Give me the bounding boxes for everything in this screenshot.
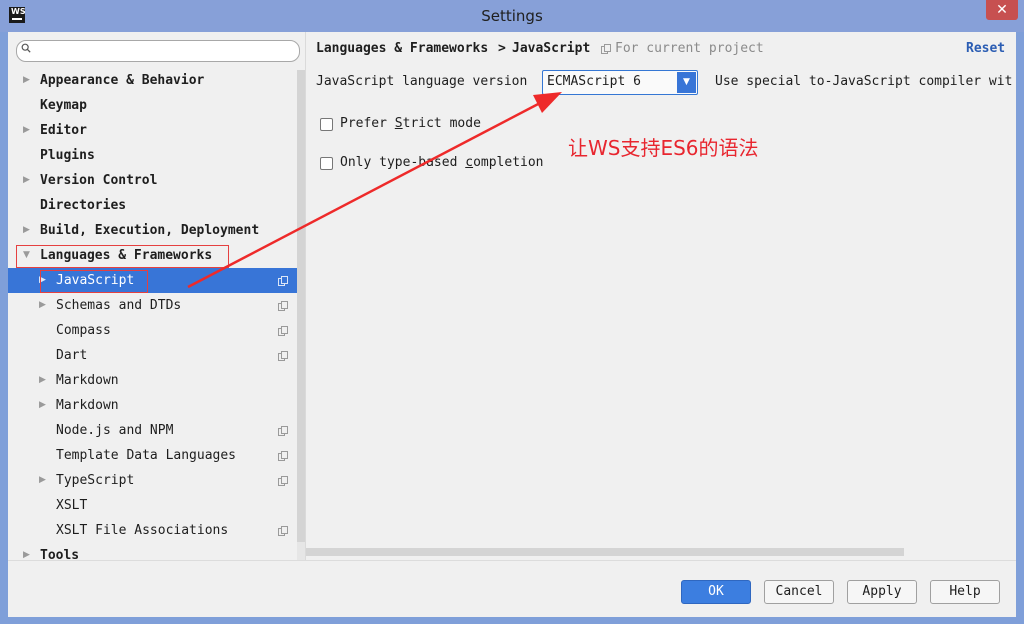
strict-label-mnemonic: S <box>394 116 403 131</box>
sidebar-item-label: Version Control <box>40 173 158 188</box>
sidebar-item-label: Editor <box>40 123 87 138</box>
reset-link[interactable]: Reset <box>966 41 1005 56</box>
sidebar-item-label: TypeScript <box>56 473 135 488</box>
expand-arrow-icon[interactable]: ▶ <box>39 368 49 393</box>
strict-label-post: trict mode <box>402 116 481 131</box>
ok-button[interactable]: OK <box>681 580 751 604</box>
sidebar-item[interactable]: Dart <box>8 343 305 368</box>
expand-arrow-icon[interactable]: ▶ <box>23 543 33 560</box>
completion-label-post: ompletion <box>473 155 544 170</box>
close-icon: ✕ <box>996 2 1008 18</box>
dialog-body: ▶ Appearance & Behavior Keymap ▶ Editor Plugi… <box>8 32 1016 617</box>
settings-window: WS Settings ✕ ▶ Appearance & Behavior Keym… <box>0 0 1024 624</box>
breadcrumb-parent: Languages & Frameworks <box>316 41 489 56</box>
sidebar-item-label: Markdown <box>56 398 119 413</box>
sidebar-item[interactable]: Directories <box>8 193 305 218</box>
compiler-option-label: Use special to-JavaScript compiler wit <box>715 74 1013 89</box>
sidebar-item[interactable]: ▶ JavaScript <box>8 268 305 293</box>
sidebar-item[interactable]: XSLT <box>8 493 305 518</box>
help-button[interactable]: Help <box>930 580 1000 604</box>
sidebar-item[interactable]: ▶ Tools <box>8 543 305 560</box>
sidebar-scrollbar-thumb[interactable] <box>297 70 305 542</box>
breadcrumb-separator: > <box>498 41 506 56</box>
sidebar-item-label: Compass <box>56 323 111 338</box>
js-language-version-label: JavaScript language version <box>316 74 528 89</box>
sidebar-item-label: Build, Execution, Deployment <box>40 223 260 238</box>
completion-label-mnemonic: c <box>465 155 474 170</box>
sidebar-item-label: XSLT File Associations <box>56 523 229 538</box>
type-based-completion-checkbox[interactable] <box>320 157 333 170</box>
selected-language-version: ECMAScript 6 <box>547 74 641 89</box>
settings-content: Languages & Frameworks > JavaScript For … <box>306 32 1016 560</box>
close-button[interactable]: ✕ <box>986 0 1018 20</box>
expand-arrow-icon[interactable]: ▶ <box>39 268 49 293</box>
sidebar-item[interactable]: ▶ Markdown <box>8 393 305 418</box>
sidebar-item-label: Node.js and NPM <box>56 423 174 438</box>
sidebar-item-label: Tools <box>40 548 80 560</box>
sidebar-item[interactable]: ▶ TypeScript <box>8 468 305 493</box>
project-scope-icon <box>278 426 288 436</box>
sidebar-item-label: Dart <box>56 348 88 363</box>
project-scope-icon <box>601 44 611 54</box>
sidebar-item[interactable]: XSLT File Associations <box>8 518 305 543</box>
dialog-footer: OK Cancel Apply Help <box>8 560 1016 617</box>
prefer-strict-mode-checkbox[interactable] <box>320 118 333 131</box>
sidebar-item[interactable]: Compass <box>8 318 305 343</box>
sidebar-item-label: Plugins <box>40 148 95 163</box>
sidebar-item-label: Directories <box>40 198 127 213</box>
sidebar-item-label: Appearance & Behavior <box>40 73 205 88</box>
sidebar-item[interactable]: ▶ Markdown <box>8 368 305 393</box>
window-title: Settings <box>481 7 543 25</box>
sidebar-item[interactable]: Node.js and NPM <box>8 418 305 443</box>
project-scope-icon <box>278 351 288 361</box>
expand-arrow-icon[interactable]: ▶ <box>39 468 49 493</box>
sidebar-item[interactable]: ▼ Languages & Frameworks <box>8 243 305 268</box>
expanded-arrow-icon[interactable]: ▼ <box>23 243 33 268</box>
sidebar-item[interactable]: ▶ Appearance & Behavior <box>8 68 305 93</box>
sidebar-item-label: XSLT <box>56 498 88 513</box>
sidebar-item[interactable]: Template Data Languages <box>8 443 305 468</box>
project-scope-icon <box>278 326 288 336</box>
sidebar-scrollbar[interactable] <box>297 70 305 560</box>
sidebar-item[interactable]: ▶ Schemas and DTDs <box>8 293 305 318</box>
sidebar-item-label: JavaScript <box>56 273 135 288</box>
prefer-strict-mode-label[interactable]: Prefer Strict mode <box>340 116 481 131</box>
expand-arrow-icon[interactable]: ▶ <box>23 68 33 93</box>
sidebar-item-label: Markdown <box>56 373 119 388</box>
sidebar-item-label: Keymap <box>40 98 87 113</box>
settings-sidebar: ▶ Appearance & Behavior Keymap ▶ Editor Plugi… <box>8 32 313 560</box>
breadcrumb-current: JavaScript <box>512 41 591 56</box>
expand-arrow-icon[interactable]: ▶ <box>39 293 49 318</box>
sidebar-item-label: Schemas and DTDs <box>56 298 182 313</box>
title-bar[interactable]: WS Settings ✕ <box>0 0 1024 32</box>
strict-label-pre: Prefer <box>340 116 395 131</box>
type-based-completion-label[interactable]: Only type-based completion <box>340 155 544 170</box>
project-scope-icon <box>278 526 288 536</box>
project-scope-icon <box>278 476 288 486</box>
expand-arrow-icon[interactable]: ▶ <box>23 218 33 243</box>
search-input[interactable] <box>16 40 300 62</box>
expand-arrow-icon[interactable]: ▶ <box>23 168 33 193</box>
project-scope-icon <box>278 276 288 286</box>
expand-arrow-icon[interactable]: ▶ <box>23 118 33 143</box>
sidebar-item[interactable]: ▶ Build, Execution, Deployment <box>8 218 305 243</box>
sidebar-item[interactable]: ▶ Version Control <box>8 168 305 193</box>
sidebar-item[interactable]: Keymap <box>8 93 305 118</box>
search-icon <box>21 43 31 53</box>
apply-button[interactable]: Apply <box>847 580 917 604</box>
sidebar-item[interactable]: Plugins <box>8 143 305 168</box>
project-scope-icon <box>278 451 288 461</box>
sidebar-item-label: Template Data Languages <box>56 448 237 463</box>
chevron-down-icon[interactable]: ▼ <box>677 72 696 93</box>
annotation-text: 让WS支持ES6的语法 <box>568 136 759 160</box>
sidebar-item[interactable]: ▶ Editor <box>8 118 305 143</box>
js-language-version-select[interactable]: ECMAScript 6 ▼ <box>542 70 698 95</box>
cancel-button[interactable]: Cancel <box>764 580 834 604</box>
expand-arrow-icon[interactable]: ▶ <box>39 393 49 418</box>
sidebar-item-label: Languages & Frameworks <box>40 248 213 263</box>
completion-label-pre: Only type-based <box>340 155 466 170</box>
project-scope-label: For current project <box>615 41 764 56</box>
content-horizontal-scrollbar[interactable] <box>306 548 904 556</box>
project-scope-icon <box>278 301 288 311</box>
